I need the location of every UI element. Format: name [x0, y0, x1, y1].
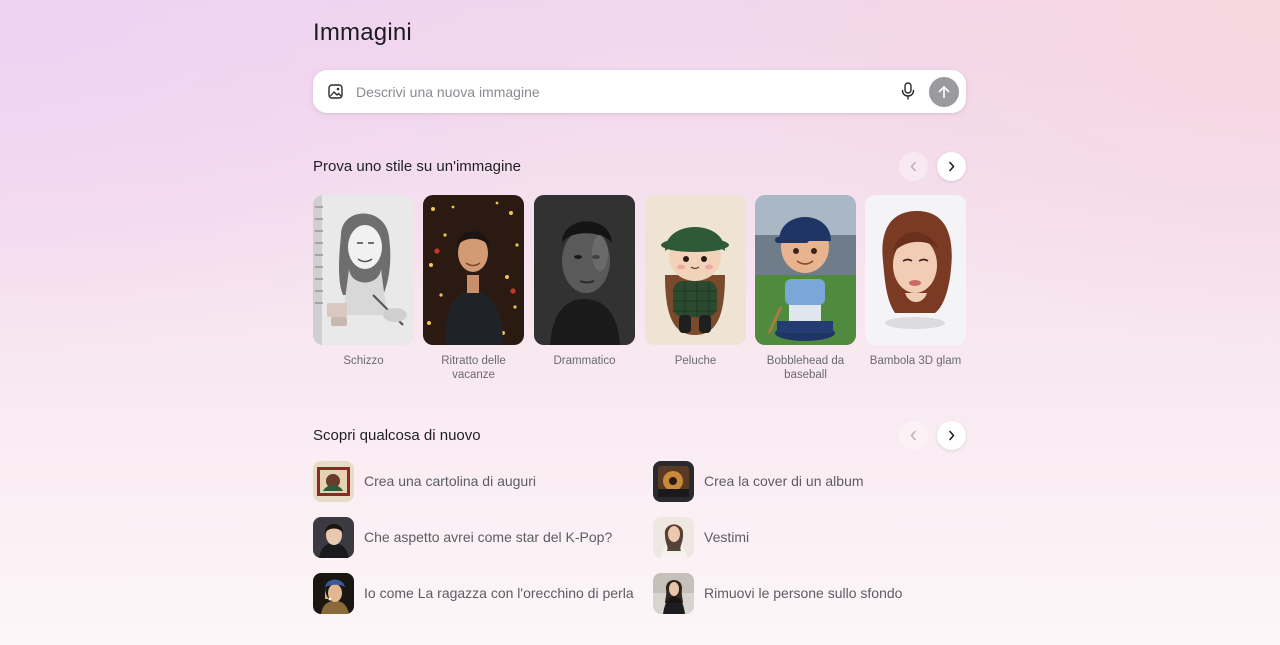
- plush-toy-thumbnail: [645, 195, 746, 345]
- discover-item-label: Rimuovi le persone sullo sfondo: [704, 585, 903, 601]
- image-upload-icon[interactable]: [328, 84, 343, 99]
- chevron-left-icon: [910, 161, 916, 172]
- discover-item-label: Vestimi: [704, 529, 750, 545]
- discover-item-label: Crea una cartolina di auguri: [364, 473, 536, 489]
- discover-section-title: Scopri qualcosa di nuovo: [313, 427, 481, 444]
- style-card-label: Ritratto delle vacanze: [441, 355, 506, 381]
- style-card-label: Bambola 3D glam: [869, 355, 962, 367]
- microphone-icon[interactable]: [901, 82, 915, 100]
- style-card-holiday-portrait[interactable]: Ritratto delle vacanze: [423, 195, 524, 382]
- style-card-sketch[interactable]: Schizzo: [313, 195, 414, 368]
- discover-item-label: Che aspetto avrei come star del K-Pop?: [364, 529, 613, 545]
- style-card-plush[interactable]: Peluche: [645, 195, 746, 368]
- prompt-bar: [313, 70, 966, 113]
- dramatic-portrait-thumbnail: [534, 195, 635, 345]
- prompt-input[interactable]: [356, 81, 876, 103]
- discover-item-label: Crea la cover di un album: [704, 473, 864, 489]
- glam-3d-doll-thumbnail: [865, 195, 966, 345]
- style-card-label: Schizzo: [343, 355, 384, 367]
- baseball-bobblehead-thumbnail: [755, 195, 856, 345]
- sketch-portrait-thumbnail: [313, 195, 414, 345]
- holiday-portrait-thumbnail: [423, 195, 524, 345]
- chevron-right-icon: [949, 430, 955, 441]
- chevron-right-icon: [949, 161, 955, 172]
- chevron-left-icon: [910, 430, 916, 441]
- style-card-label: Bobblehead da baseball: [766, 355, 845, 381]
- style-card-label: Peluche: [674, 355, 717, 367]
- styles-next-button[interactable]: [937, 152, 966, 181]
- pearl-earring-thumbnail: [313, 573, 354, 614]
- styles-prev-button[interactable]: [899, 152, 928, 181]
- style-card-3d-glam-doll[interactable]: Bambola 3D glam: [865, 195, 966, 368]
- style-card-dramatic[interactable]: Drammatico: [534, 195, 635, 368]
- send-button[interactable]: [929, 77, 959, 107]
- greeting-card-thumbnail: [313, 461, 354, 502]
- discover-prev-button[interactable]: [899, 421, 928, 450]
- discover-item-label: Io come La ragazza con l'orecchino di pe…: [364, 585, 634, 601]
- style-card-bobblehead[interactable]: Bobblehead da baseball: [755, 195, 856, 382]
- kpop-star-thumbnail: [313, 517, 354, 558]
- remove-people-thumbnail: [653, 573, 694, 614]
- page-title: Immagini: [313, 19, 412, 46]
- style-card-label: Drammatico: [553, 355, 616, 367]
- album-cover-thumbnail: [653, 461, 694, 502]
- styles-section-title: Prova uno stile su un'immagine: [313, 158, 521, 175]
- dress-me-thumbnail: [653, 517, 694, 558]
- style-carousel: Schizzo Ritratto delle vacanze Drammatic…: [313, 195, 966, 395]
- arrow-up-icon: [938, 86, 950, 99]
- discover-next-button[interactable]: [937, 421, 966, 450]
